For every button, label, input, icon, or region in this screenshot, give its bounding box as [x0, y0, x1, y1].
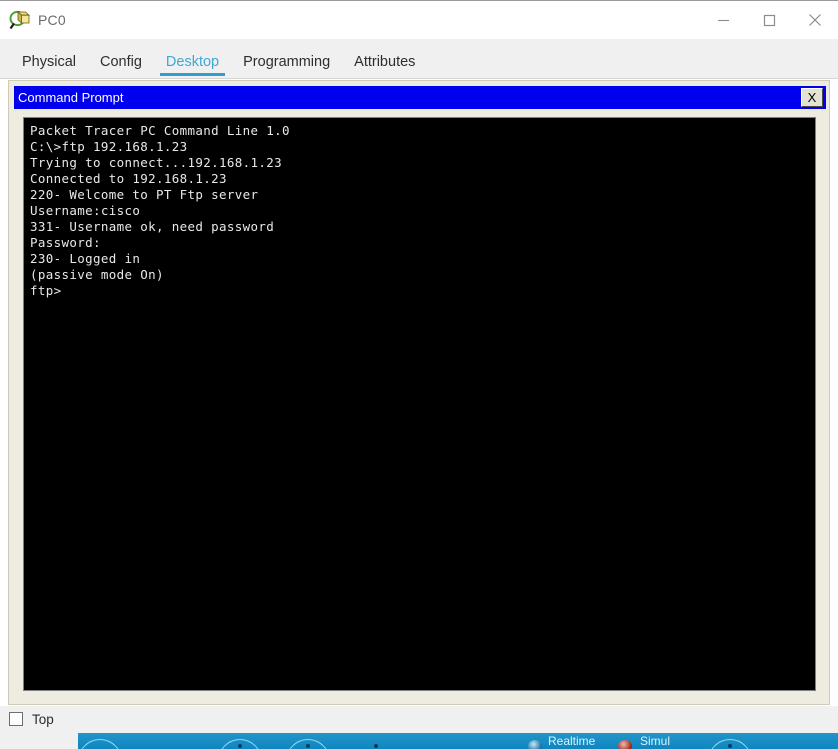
command-prompt-close-button[interactable]: X	[801, 88, 823, 107]
pc0-device-window: PC0 Physical Config Desktop Programming …	[0, 0, 838, 749]
toolbar-dot-icon	[238, 744, 242, 748]
tab-programming[interactable]: Programming	[231, 53, 342, 79]
packet-tracer-device-icon	[9, 9, 31, 31]
terminal-line: Packet Tracer PC Command Line 1.0	[30, 123, 290, 138]
terminal-prompt-line: ftp>	[30, 283, 62, 298]
toolbar-dot-icon	[374, 744, 378, 748]
terminal-line: 230- Logged in	[30, 251, 141, 266]
command-prompt-title: Command Prompt	[18, 90, 124, 105]
window-controls	[700, 1, 838, 40]
terminal-line: Trying to connect...192.168.1.23	[30, 155, 283, 170]
background-packet-tracer-strip: Realtime Simul	[0, 732, 838, 749]
simulation-label: Simul	[640, 734, 671, 748]
tab-attributes-label: Attributes	[354, 53, 416, 70]
realtime-label: Realtime	[548, 734, 596, 748]
close-button[interactable]	[792, 1, 838, 40]
window-bottom-bar: Top	[0, 706, 838, 732]
device-tabs: Physical Config Desktop Programming Attr…	[0, 39, 838, 79]
terminal-line: (passive mode On)	[30, 267, 164, 282]
tab-programming-label: Programming	[243, 53, 331, 70]
terminal-line: 220- Welcome to PT Ftp server	[30, 187, 259, 202]
terminal-output[interactable]: Packet Tracer PC Command Line 1.0 C:\>ft…	[23, 117, 816, 691]
toolbar-dot-icon	[306, 744, 310, 748]
tab-physical[interactable]: Physical	[10, 53, 88, 79]
toolbar-dot-icon	[728, 744, 732, 748]
packet-tracer-toolbar-sliver: Realtime Simul	[78, 733, 838, 749]
window-title: PC0	[38, 12, 66, 28]
simulation-status-orb-icon	[618, 740, 632, 749]
desktop-panel: Command Prompt X Packet Tracer PC Comman…	[8, 80, 830, 705]
toolbar-bubble-icon	[78, 739, 122, 749]
top-checkbox[interactable]	[9, 712, 23, 726]
terminal-line: Connected to 192.168.1.23	[30, 171, 227, 186]
tab-desktop-label: Desktop	[165, 53, 220, 70]
terminal-line: C:\>ftp 192.168.1.23	[30, 139, 188, 154]
tab-attributes[interactable]: Attributes	[342, 53, 427, 79]
terminal-line: 331- Username ok, need password	[30, 219, 275, 234]
terminal-line: Username:cisco	[30, 203, 141, 218]
terminal-line: Password:	[30, 235, 101, 250]
tab-config[interactable]: Config	[88, 53, 154, 79]
top-checkbox-label: Top	[32, 711, 54, 727]
command-prompt-titlebar: Command Prompt X	[14, 86, 826, 109]
realtime-status-orb-icon	[528, 740, 542, 749]
tab-config-label: Config	[100, 53, 142, 70]
window-titlebar: PC0	[0, 0, 838, 39]
minimize-button[interactable]	[700, 1, 746, 40]
tab-physical-label: Physical	[22, 53, 76, 70]
maximize-button[interactable]	[746, 1, 792, 40]
tab-desktop[interactable]: Desktop	[154, 53, 231, 79]
